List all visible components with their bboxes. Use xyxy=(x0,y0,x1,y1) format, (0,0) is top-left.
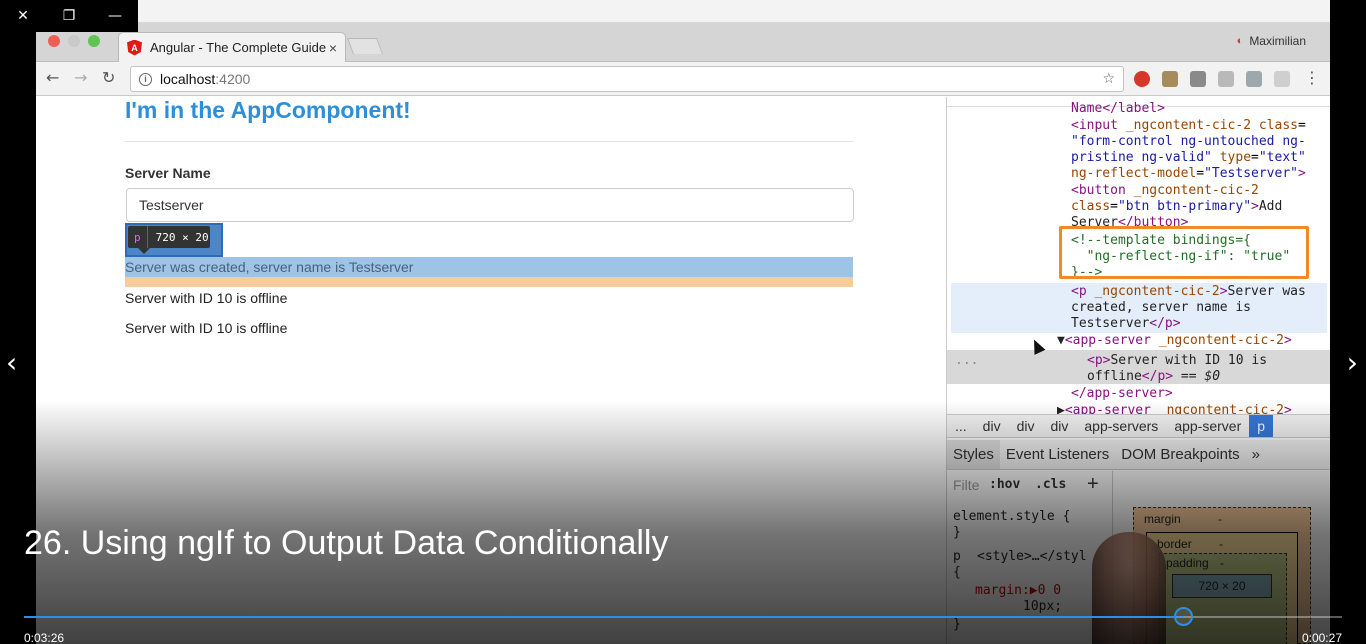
rule-selector[interactable]: p xyxy=(953,549,961,565)
title-strip xyxy=(138,0,1330,22)
box-model-content[interactable]: 720 × 20 xyxy=(1172,574,1272,598)
back-icon[interactable]: ← xyxy=(46,68,59,87)
dom-p-node[interactable]: <p _ngcontent-cic-2>Server was created, … xyxy=(1071,284,1306,332)
tab-dom-breakpoints[interactable]: DOM Breakpoints xyxy=(1115,440,1245,469)
inspect-tooltip: p 720 × 20 xyxy=(128,226,210,254)
server-name-label: Server Name xyxy=(125,165,211,181)
box-padding-label: padding xyxy=(1166,556,1209,570)
traffic-close[interactable] xyxy=(48,35,60,47)
server-status-1: Server with ID 10 is offline xyxy=(125,290,288,306)
new-tab-button[interactable] xyxy=(347,38,383,54)
hov-toggle[interactable]: :hov xyxy=(989,477,1020,492)
minimize-window-icon[interactable]: — xyxy=(92,8,138,24)
element-style-close: } xyxy=(953,525,961,540)
eyedropper-extension-icon[interactable] xyxy=(1162,71,1178,87)
server-name-input[interactable]: Testserver xyxy=(126,188,854,222)
box-margin-top: - xyxy=(1218,512,1222,526)
rule-open-brace: { xyxy=(953,565,961,580)
window-controls: ✕ ❐ — xyxy=(0,0,138,32)
dom-app-server-node-2[interactable]: ▶<app-server _ngcontent-cic-2> xyxy=(1057,403,1292,414)
breadcrumb-more[interactable]: ... xyxy=(947,415,975,437)
page-heading: I'm in the AppComponent! xyxy=(125,97,411,123)
dom-input-node[interactable]: <input _ngcontent-cic-2 class= "form-con… xyxy=(1071,118,1306,182)
breadcrumb-app-server[interactable]: app-server xyxy=(1166,415,1249,437)
vue-extension-icon[interactable] xyxy=(1246,71,1262,87)
time-elapsed: 0:03:26 xyxy=(24,631,65,644)
dom-button-node[interactable]: <button _ngcontent-cic-2 class="btn btn-… xyxy=(1071,183,1282,231)
browser-tabbar: A Angular - The Complete Guide × ◐ Maxim… xyxy=(36,22,1330,62)
video-player: ✕ ❐ — A Angular - The Complete Guide × ◐… xyxy=(0,0,1366,644)
dom-breadcrumb: ... div div div app-servers app-server p xyxy=(947,414,1330,438)
progress-fill xyxy=(24,616,1184,618)
breadcrumb-div-3[interactable]: div xyxy=(1042,415,1076,437)
previous-video-icon[interactable]: ‹ xyxy=(6,346,17,379)
profile-icon: ◐ xyxy=(1236,35,1244,47)
breadcrumb-div-2[interactable]: div xyxy=(1009,415,1043,437)
info-icon[interactable]: i xyxy=(139,72,152,86)
browser-toolbar: ← → ↻ i localhost :4200 ☆ ⋮ xyxy=(36,62,1330,96)
reload-icon[interactable]: ↻ xyxy=(102,68,115,87)
margin-declaration-cont: 10px; xyxy=(1023,599,1063,614)
divider xyxy=(125,141,853,142)
dom-selected-p-node[interactable]: <p>Server with ID 10 is offline</p> == $… xyxy=(1087,353,1267,385)
box-model-border: border - padding - 720 × 20 xyxy=(1146,532,1298,644)
styles-pane: Filte :hov .cls + element.style { } p <s… xyxy=(947,471,1113,644)
devtools-subtabs: Styles Event Listeners DOM Breakpoints » xyxy=(947,440,1330,470)
presenter-webcam xyxy=(1092,532,1166,644)
dom-app-server-close[interactable]: </app-server> xyxy=(1071,386,1173,402)
breadcrumb-p[interactable]: p xyxy=(1249,415,1274,437)
forward-icon[interactable]: → xyxy=(74,68,87,87)
gear-extension-icon[interactable] xyxy=(1218,71,1234,87)
cast-extension-icon[interactable] xyxy=(1274,71,1290,87)
profile-name: Maximilian xyxy=(1249,34,1306,48)
traffic-minimize[interactable] xyxy=(68,35,80,47)
dom-app-server-node[interactable]: ▼<app-server _ngcontent-cic-2> xyxy=(1057,333,1292,349)
restore-window-icon[interactable]: ❐ xyxy=(46,8,92,24)
dom-line[interactable]: Name</label> xyxy=(1071,101,1165,117)
tab-event-listeners[interactable]: Event Listeners xyxy=(1000,440,1115,469)
address-bar[interactable]: i localhost :4200 ☆ xyxy=(130,66,1124,92)
url-port: :4200 xyxy=(215,71,251,87)
box-padding-top: - xyxy=(1220,556,1224,570)
chrome-menu-icon[interactable]: ⋮ xyxy=(1304,68,1320,87)
server-status-2: Server with ID 10 is offline xyxy=(125,320,288,336)
styles-filter-input[interactable]: Filte xyxy=(953,477,979,493)
rule-close-brace: } xyxy=(953,617,961,632)
more-tabs-icon[interactable]: » xyxy=(1246,440,1266,469)
traffic-zoom[interactable] xyxy=(88,35,100,47)
highlight-margin xyxy=(125,277,853,287)
tooltip-dimensions: 720 × 20 xyxy=(155,230,209,244)
tab-title: Angular - The Complete Guide xyxy=(150,40,327,55)
server-created-message: Server was created, server name is Tests… xyxy=(125,259,414,275)
box-border-label: border xyxy=(1157,537,1192,551)
breadcrumb-app-servers[interactable]: app-servers xyxy=(1076,415,1166,437)
annotation-highlight-box xyxy=(1059,226,1309,279)
tooltip-tag: p xyxy=(128,226,148,248)
tab-close-icon[interactable]: × xyxy=(329,40,337,56)
box-margin-label: margin xyxy=(1144,512,1181,526)
box-model-padding: padding - 720 × 20 xyxy=(1159,553,1287,644)
profile-badge[interactable]: ◐ Maximilian xyxy=(1237,34,1306,48)
dom-ellipsis[interactable]: ... xyxy=(955,353,978,369)
element-style-rule[interactable]: element.style { xyxy=(953,509,1070,525)
video-title: 26. Using ngIf to Output Data Conditiona… xyxy=(24,524,669,562)
progress-thumb[interactable] xyxy=(1173,607,1193,626)
angular-logo-icon: A xyxy=(127,39,142,56)
time-remaining: 0:00:27 xyxy=(1301,631,1342,644)
cls-toggle[interactable]: .cls xyxy=(1035,477,1066,492)
box-border-top: - xyxy=(1219,537,1223,551)
tab-styles[interactable]: Styles xyxy=(947,440,1000,469)
close-window-icon[interactable]: ✕ xyxy=(0,8,46,24)
url-host: localhost xyxy=(160,71,216,87)
jb-extension-icon[interactable] xyxy=(1190,71,1206,87)
breadcrumb-div-1[interactable]: div xyxy=(975,415,1009,437)
next-video-icon[interactable]: › xyxy=(1347,346,1358,379)
bookmark-star-icon[interactable]: ☆ xyxy=(1102,71,1115,87)
new-rule-icon[interactable]: + xyxy=(1087,473,1099,496)
browser-tab[interactable]: A Angular - The Complete Guide × xyxy=(118,32,346,62)
progress-bar[interactable] xyxy=(24,607,1342,626)
margin-declaration[interactable]: margin:▶0 0 xyxy=(975,583,1061,599)
opera-extension-icon[interactable] xyxy=(1134,71,1150,87)
